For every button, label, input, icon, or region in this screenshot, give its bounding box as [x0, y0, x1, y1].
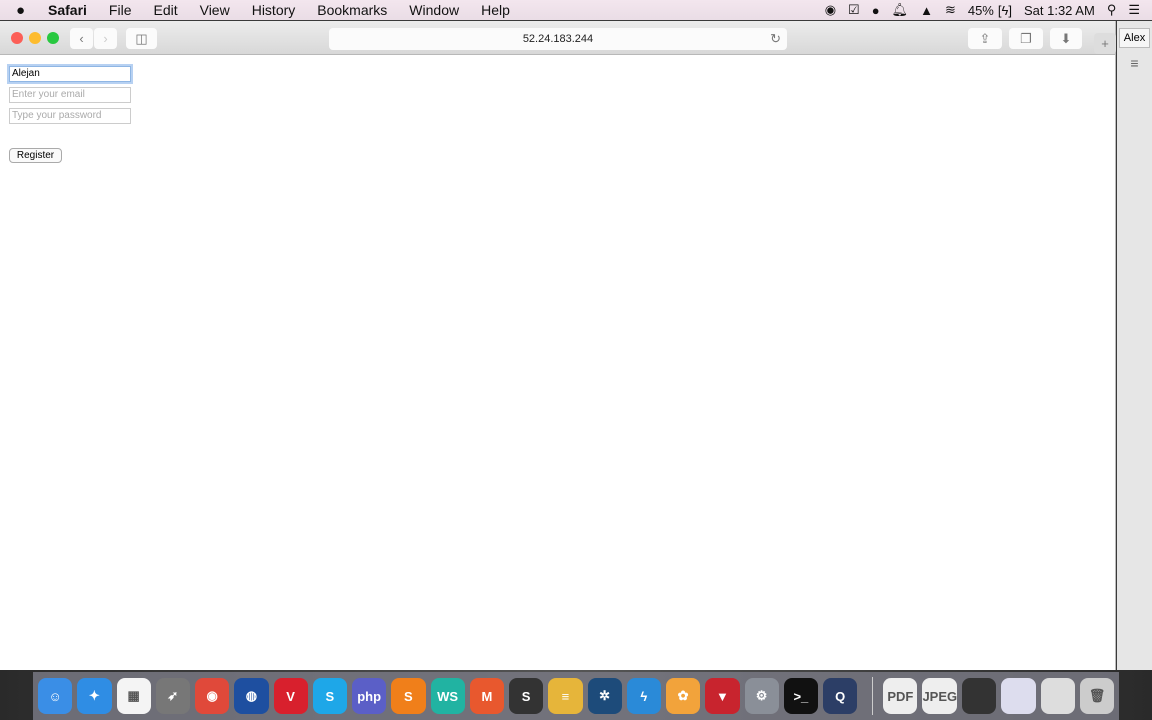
download-icon: ⬇ — [1060, 30, 1072, 46]
notification-center-icon[interactable]: ☰ — [1128, 2, 1140, 18]
address-bar[interactable]: 52.24.183.244 ↻ — [329, 28, 787, 50]
safari-window: ‹ › ◫ 52.24.183.244 ↻ ⇪ ❐ ⬇ + Alejan Ent… — [0, 21, 1116, 670]
dock-sublime-icon[interactable]: S — [391, 678, 426, 714]
share-button[interactable]: ⇪ — [968, 28, 1002, 49]
dock-safari-icon[interactable]: ✦ — [77, 678, 112, 714]
profile-button[interactable]: Alex — [1119, 28, 1150, 48]
menu-file[interactable]: File — [109, 2, 132, 18]
dock-sourcetree-icon[interactable]: ✲ — [587, 678, 622, 714]
dock-photos-icon[interactable]: ✿ — [666, 678, 701, 714]
dock-separator — [872, 677, 874, 715]
name-input[interactable]: Alejan — [9, 66, 131, 82]
wifi-icon[interactable]: ≋ — [945, 2, 956, 18]
downloads-button[interactable]: ⬇ — [1050, 28, 1082, 49]
minimize-window-button[interactable] — [29, 32, 41, 44]
chevron-right-icon: › — [103, 31, 108, 46]
toolbar: ‹ › ◫ 52.24.183.244 ↻ ⇪ ❐ ⬇ + — [0, 21, 1116, 55]
dock-reeder-icon[interactable]: ϟ — [626, 678, 661, 714]
close-window-button[interactable] — [11, 32, 23, 44]
zoom-window-button[interactable] — [47, 32, 59, 44]
dock-launchpad-icon[interactable]: ▦ — [116, 678, 151, 714]
google-drive-icon[interactable]: ▲ — [920, 3, 933, 18]
dock-terminal-icon[interactable]: >_ — [783, 678, 818, 714]
password-input[interactable]: Type your password — [9, 108, 131, 124]
record-icon[interactable]: ◉ — [825, 2, 836, 18]
dock-jpeg-document-icon[interactable]: JPEG — [922, 678, 958, 714]
chevron-left-icon: ‹ — [79, 31, 84, 46]
dock-sequel-icon[interactable]: ≡ — [548, 678, 583, 714]
menu-edit[interactable]: Edit — [153, 2, 177, 18]
dock-trash-icon[interactable]: 🗑 — [1079, 678, 1115, 714]
back-button[interactable]: ‹ — [70, 28, 93, 49]
dock-phpstorm-icon[interactable]: php — [352, 678, 387, 714]
plus-icon: + — [1101, 36, 1109, 51]
dock-firefox-icon[interactable]: ◍ — [234, 678, 269, 714]
dock-screenshot-1-icon[interactable] — [962, 678, 997, 714]
menu-help[interactable]: Help — [481, 2, 510, 18]
dock-rocket-icon[interactable]: ➶ — [155, 678, 190, 714]
dock-quicktime-icon[interactable]: Q — [823, 678, 858, 714]
dock-system-preferences-icon[interactable]: ⚙ — [744, 678, 779, 714]
page-content: Alejan Enter your email Type your passwo… — [0, 56, 1115, 670]
dock-vivaldi-icon[interactable]: V — [273, 678, 308, 714]
apple-menu-icon[interactable]: ● — [16, 2, 34, 19]
sidebar-toggle-button[interactable]: ◫ — [126, 28, 157, 49]
dock-popcorn-icon[interactable]: ▼ — [705, 678, 740, 714]
register-button[interactable]: Register — [9, 148, 62, 163]
dock-screenshot-3-icon[interactable] — [1040, 678, 1075, 714]
dock-finder-icon[interactable]: ☺ — [38, 678, 73, 714]
dock-meteor-icon[interactable]: M — [469, 678, 504, 714]
menu-bar: ● Safari File Edit View History Bookmark… — [0, 0, 1152, 20]
chat-icon[interactable]: ● — [872, 3, 880, 18]
dock: ☺ ✦ ▦ ➶ ◉ ◍ V Sphp S WS M S ≡ ✲ ϟ ✿ ▼ ⚙ >_ Q PDF JPEG 🗑 — [33, 672, 1119, 720]
forward-button[interactable]: › — [94, 28, 117, 49]
email-input[interactable]: Enter your email — [9, 87, 131, 103]
menu-bookmarks[interactable]: Bookmarks — [317, 2, 387, 18]
battery-percent: 45% — [967, 2, 994, 18]
dock-webstorm-icon[interactable]: WS — [430, 678, 465, 714]
dock-screenshot-2-icon[interactable] — [1001, 678, 1036, 714]
menu-window[interactable]: Window — [409, 2, 459, 18]
new-tab-button[interactable]: + — [1094, 33, 1116, 54]
notification-bell-icon[interactable]: 🔔︎ — [892, 2, 909, 18]
battery-icon[interactable]: [ϟ] — [998, 3, 1012, 18]
menu-app[interactable]: Safari — [48, 2, 87, 18]
reload-icon[interactable]: ↻ — [770, 31, 781, 47]
url-text: 52.24.183.244 — [522, 33, 594, 45]
hamburger-menu-icon[interactable]: ≡ — [1117, 55, 1152, 71]
dock-skype-icon[interactable]: S — [312, 678, 347, 714]
tasks-icon[interactable]: ☑ — [848, 2, 860, 18]
share-icon: ⇪ — [979, 30, 991, 46]
menu-history[interactable]: History — [252, 2, 296, 18]
dock-pdf-document-icon[interactable]: PDF — [883, 678, 918, 714]
side-panel: Alex ≡ — [1117, 21, 1152, 670]
sidebar-icon: ◫ — [135, 30, 148, 46]
tabs-overview-button[interactable]: ❐ — [1009, 28, 1043, 49]
menu-view[interactable]: View — [200, 2, 230, 18]
spotlight-search-icon[interactable]: ⚲ — [1107, 2, 1117, 18]
dock-sublime-text-icon[interactable]: S — [509, 678, 544, 714]
dock-chrome-icon[interactable]: ◉ — [195, 678, 230, 714]
clock[interactable]: Sat 1:32 AM — [1024, 3, 1095, 18]
tabs-icon: ❐ — [1020, 30, 1032, 46]
